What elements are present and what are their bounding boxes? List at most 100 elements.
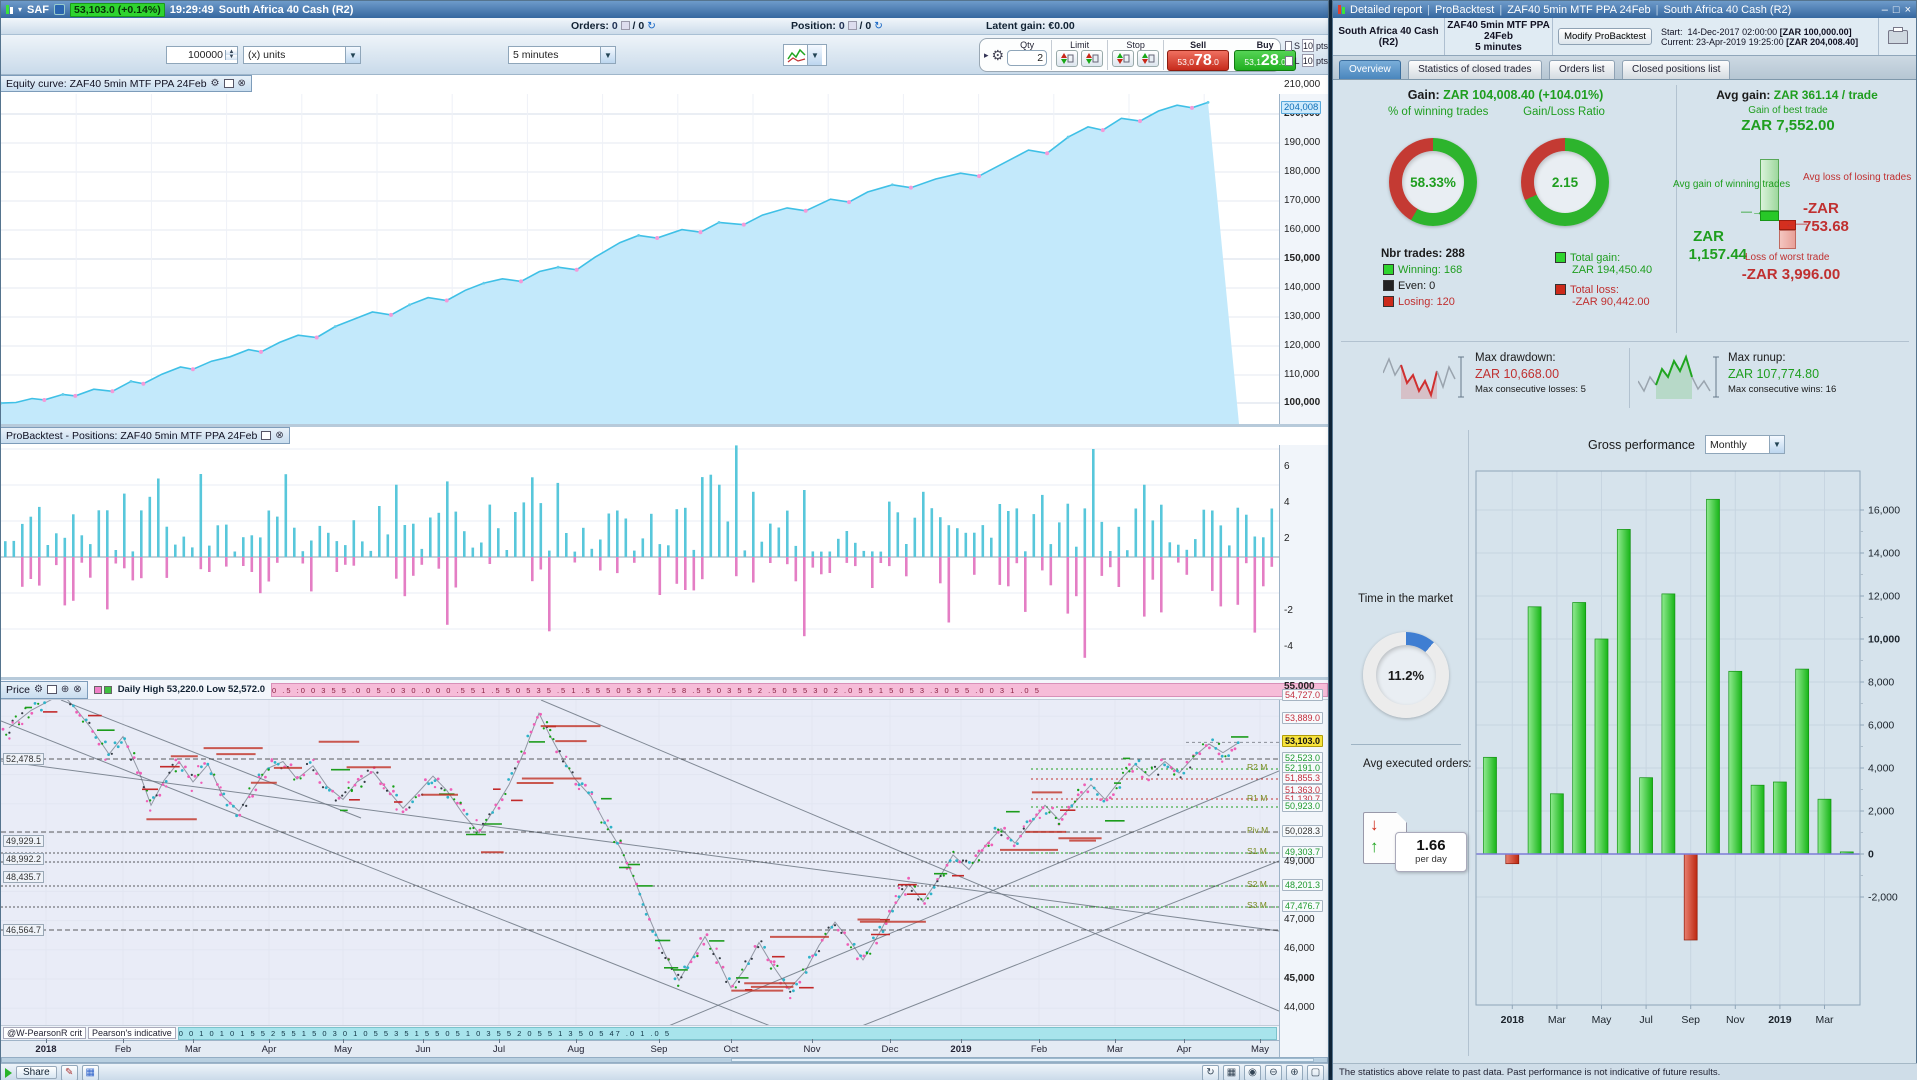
latent-gain-value: €0.00 <box>1048 20 1075 32</box>
price-axis-label: 49,000 <box>1284 856 1315 867</box>
add-icon[interactable]: ⊕ <box>61 684 69 695</box>
zoom-in-icon[interactable]: ⊕ <box>1286 1064 1303 1080</box>
avg-win-currency: ZAR <box>1693 228 1724 245</box>
gp-xtick: Mar <box>1815 1014 1834 1026</box>
tab-statistics[interactable]: Statistics of closed trades <box>1408 59 1542 79</box>
limit-buy-button[interactable] <box>1081 50 1104 67</box>
period-dropdown-icon[interactable]: ▼ <box>1769 436 1784 453</box>
close-icon[interactable]: ⊗ <box>238 78 246 89</box>
collapse-icon[interactable]: ▸ <box>984 50 989 61</box>
gp-xtick: Sep <box>1681 1014 1700 1026</box>
gp-ytick: 10,000 <box>1868 634 1900 646</box>
printer-icon[interactable] <box>1887 26 1908 44</box>
units-select[interactable]: (x) units ▼ <box>243 46 361 64</box>
position-refresh-icon[interactable]: ↻ <box>874 20 883 32</box>
s-pts-input[interactable]: 10 <box>1301 39 1314 52</box>
winning-donut-value: 58.33% <box>1410 174 1456 190</box>
avg-gain-line: Avg gain: ZAR 361.14 / trade <box>1716 88 1878 102</box>
orders-refresh-icon[interactable]: ↻ <box>647 20 656 32</box>
orders-position-bar: Orders: 0 / 0 ↻ Position: 0 / 0 ↻ Latent… <box>1 18 1328 35</box>
chart-style-button[interactable]: ▼ <box>783 44 827 66</box>
daily-high-low: Daily High 53,220.0 Low 52,572.0 <box>117 684 266 695</box>
orders-cancel-icon[interactable] <box>620 21 630 30</box>
report-tabs: Overview Statistics of closed trades Ord… <box>1333 56 1916 80</box>
l-pts-input[interactable]: 10 <box>1301 54 1314 67</box>
period-select[interactable]: Monthly ▼ <box>1705 435 1785 454</box>
tab-overview[interactable]: Overview <box>1339 59 1401 79</box>
positions-panel: 6 4 2 -2 -4 ProBacktest - Positions: ZAF40 5… <box>1 427 1328 677</box>
start-capital: [ZAR 100,000.00] <box>1779 26 1852 37</box>
snapshot-icon[interactable]: ◉ <box>1244 1064 1261 1080</box>
period-value: Monthly <box>1710 438 1747 451</box>
limit-sell-button[interactable] <box>1056 50 1079 67</box>
maximize-icon[interactable]: □ <box>1893 4 1900 16</box>
draw-icon[interactable]: ✎ <box>60 1064 78 1080</box>
modify-probacktest-button[interactable]: Modify ProBacktest <box>1558 28 1652 45</box>
positions-panel-tab[interactable]: ProBacktest - Positions: ZAF40 5min MTF … <box>1 427 290 444</box>
divider <box>1629 348 1630 408</box>
timeframe-dropdown-icon[interactable]: ▼ <box>600 47 615 63</box>
quantity-value[interactable]: 100000 <box>167 49 225 61</box>
minimize-icon[interactable]: – <box>1882 4 1888 16</box>
sell-button[interactable]: 53,0 78.0 <box>1167 50 1230 71</box>
l-checkbox[interactable] <box>1285 55 1293 66</box>
runup-label: Max runup: <box>1728 352 1786 364</box>
buy-arrow-icon: ↑ <box>1370 837 1379 856</box>
grid-icon[interactable]: ▦ <box>81 1064 99 1080</box>
scrollbar-handle[interactable] <box>730 1058 1314 1062</box>
wrench-icon[interactable]: ⚙ <box>211 78 220 89</box>
window-icon[interactable] <box>223 79 234 88</box>
time-axis-tick <box>890 1039 891 1043</box>
gp-xtick: Mar <box>1548 1014 1567 1026</box>
fullscreen-icon[interactable]: ▢ <box>1307 1064 1324 1080</box>
equity-axis-label: 150,000 <box>1284 253 1321 264</box>
position-count2: / 0 <box>859 20 872 32</box>
share-button[interactable]: Share <box>16 1066 57 1079</box>
equity-panel-tab[interactable]: Equity curve: ZAF40 5min MTF PPA 24Feb ⚙… <box>1 75 252 92</box>
winning-donut-label: % of winning trades <box>1388 106 1489 118</box>
gp-xtick: Jul <box>1639 1014 1652 1026</box>
wrench-icon[interactable]: ⚙ <box>992 47 1005 64</box>
gp-ytick: -2,000 <box>1868 892 1898 904</box>
window-icon[interactable] <box>46 685 57 694</box>
desktop: ▾ SAF 53,103.0 (+0.14%) 19:29:49 South A… <box>0 0 1917 1080</box>
stop-buy-button[interactable] <box>1137 50 1160 67</box>
quantity-input[interactable]: 100000 ▲ ▼ <box>166 46 238 64</box>
s-checkbox[interactable] <box>1285 40 1292 51</box>
report-title-item: ProBacktest <box>1435 3 1495 16</box>
price-panel-tab[interactable]: Price ⚙ ⊕ ⊗ <box>1 680 88 699</box>
equity-panel: 204,008 210,000200,000190,000180,000170,… <box>1 75 1328 424</box>
chart-window: ▾ SAF 53,103.0 (+0.14%) 19:29:49 South A… <box>0 0 1329 1080</box>
wrench-icon[interactable]: ⚙ <box>34 684 43 695</box>
order-qty-input[interactable]: 2 <box>1007 50 1048 66</box>
close-icon[interactable]: ⊗ <box>275 430 283 441</box>
layout-icon[interactable]: ▦ <box>1223 1064 1240 1080</box>
close-icon[interactable]: × <box>1905 4 1911 16</box>
price-level-label: 53,889.0 <box>1282 712 1324 724</box>
position-close-icon[interactable] <box>847 21 857 30</box>
time-axis-label: Apr <box>261 1044 277 1055</box>
tab-closed-positions[interactable]: Closed positions list <box>1622 59 1731 79</box>
chart-style-dropdown-icon[interactable]: ▼ <box>807 45 822 65</box>
window-icon[interactable] <box>261 431 272 440</box>
current-label: Current: <box>1661 36 1694 47</box>
quantity-stepper[interactable]: ▲ ▼ <box>225 49 237 60</box>
timeframe-select[interactable]: 5 minutes ▼ <box>508 46 616 64</box>
pearson-row: @W-PearsonR crit Pearson's indicative 0 … <box>1 1025 1279 1040</box>
units-dropdown-icon[interactable]: ▼ <box>345 47 360 63</box>
tab-orders-list[interactable]: Orders list <box>1548 59 1615 79</box>
report-info-bar: South Africa 40 Cash (R2) ZAF40 5min MTF… <box>1333 18 1916 56</box>
symbol-label[interactable]: SAF <box>27 4 49 16</box>
stop-sell-button[interactable] <box>1112 50 1135 67</box>
close-icon[interactable]: ⊗ <box>73 684 81 695</box>
modify-cell: Modify ProBacktest <box>1553 18 1657 55</box>
zoom-out-icon[interactable]: ⊖ <box>1265 1064 1282 1080</box>
sell-label: Sell <box>1190 40 1207 50</box>
symbol-dropdown-icon[interactable]: ▾ <box>18 5 22 14</box>
avg-win-arrow: —→ <box>1741 206 1763 218</box>
total-gain-swatch <box>1555 252 1566 263</box>
refresh-icon[interactable]: ↻ <box>1202 1064 1219 1080</box>
instrument-name: South Africa 40 Cash (R2) <box>218 3 354 16</box>
equity-axis-label: 170,000 <box>1284 195 1321 206</box>
total-gain: Total gain: ZAR 194,450.40 <box>1555 252 1652 276</box>
